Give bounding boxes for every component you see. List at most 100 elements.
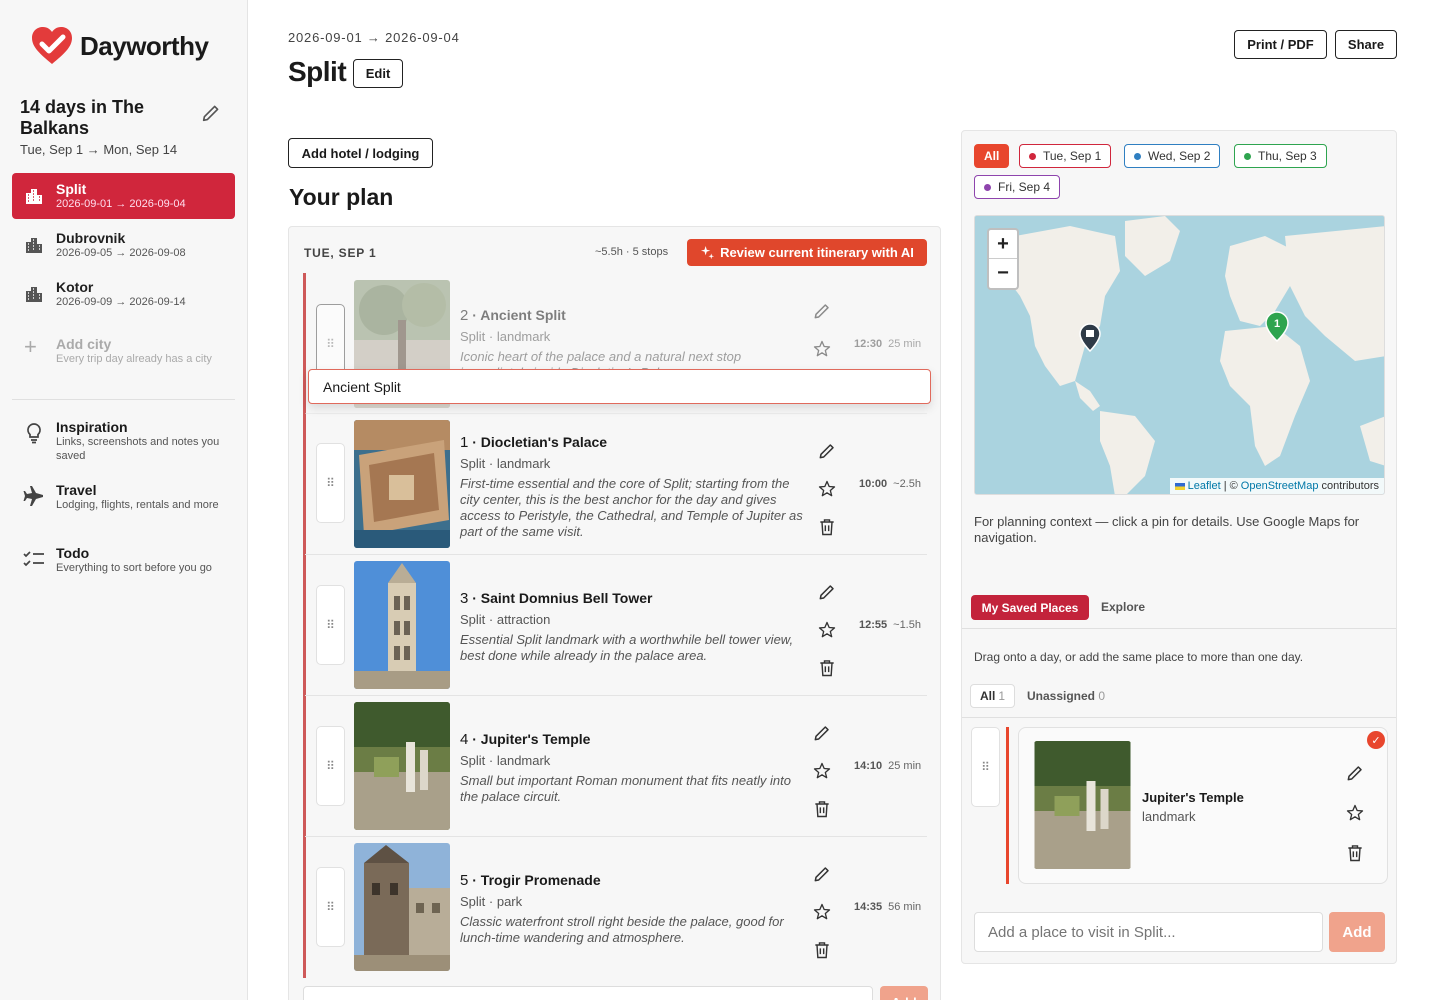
sidebar-city-split[interactable]: Split 2026-09-01 → 2026-09-04 — [12, 173, 235, 219]
trash-icon[interactable] — [817, 658, 837, 678]
app-logo[interactable]: Dayworthy — [30, 26, 209, 66]
stop-info: 3 · Saint Domnius Bell Tower Split · att… — [460, 590, 805, 664]
stop-category: Split · park — [460, 894, 523, 909]
trip-title: 14 days in The Balkans — [20, 97, 145, 138]
nav-name: Todo — [56, 545, 90, 561]
drag-handle[interactable]: ⠿ — [971, 727, 1000, 807]
filter-all[interactable]: All 1 — [970, 684, 1016, 708]
day-filter-chip[interactable]: Wed, Sep 2 — [1124, 144, 1221, 168]
tab-explore[interactable]: Explore — [1101, 600, 1145, 614]
day-color-dot — [1134, 152, 1141, 160]
zoom-out-button[interactable]: − — [989, 259, 1017, 288]
nav-sub: Links, screenshots and notes you saved — [56, 436, 220, 462]
nav-name: Inspiration — [56, 419, 128, 435]
drag-handle[interactable]: ⠿ — [316, 867, 345, 947]
add-city-button[interactable]: + Add city Every trip day already has a … — [24, 336, 224, 366]
stop-title[interactable]: 2 · Ancient Split — [460, 307, 805, 324]
day-filter-all[interactable]: All — [974, 144, 1010, 168]
sparkle-icon — [701, 245, 715, 260]
sidebar-item-travel[interactable]: Travel Lodging, flights, rentals and mor… — [22, 482, 222, 512]
drag-handle[interactable]: ⠿ — [316, 585, 345, 665]
stop-title[interactable]: 4 · Jupiter's Temple — [460, 731, 805, 748]
add-city-hint: Every trip day already has a city — [56, 353, 212, 365]
filter-unassigned[interactable]: Unassigned 0 — [1027, 689, 1105, 703]
drag-handle[interactable]: ⠿ — [316, 726, 345, 806]
edit-pencil-icon[interactable] — [817, 441, 837, 461]
drag-handle[interactable]: ⠿ — [316, 443, 345, 523]
star-icon[interactable] — [812, 761, 832, 781]
add-stop-button[interactable]: Add — [880, 986, 928, 1000]
leaflet-link[interactable]: Leaflet — [1188, 480, 1221, 492]
world-map[interactable]: 1 + − Leaflet | © OpenStreetMap contribu… — [974, 215, 1385, 495]
edit-pencil-icon[interactable] — [1345, 763, 1365, 783]
saved-place-card[interactable]: Jupiter's Temple landmark ✓ — [1018, 727, 1388, 884]
stop-title[interactable]: 5 · Trogir Promenade — [460, 872, 805, 889]
sidebar-item-inspiration[interactable]: Inspiration Links, screenshots and notes… — [22, 419, 222, 463]
add-stop-input[interactable] — [303, 986, 873, 1000]
saved-place-actions — [1345, 763, 1365, 863]
edit-pencil-icon[interactable] — [812, 301, 832, 321]
stop-title[interactable]: 1 · Diocletian's Palace — [460, 434, 805, 451]
sidebar: Dayworthy 14 days in The Balkans Tue, Se… — [0, 0, 248, 1000]
star-icon[interactable] — [812, 902, 832, 922]
stop-row[interactable]: ⠿ 1 · Diocletian's Palace Split · landma… — [305, 414, 927, 555]
saved-place-color-line — [1006, 727, 1009, 884]
plus-icon: + — [24, 334, 37, 359]
edit-trip-pencil-icon[interactable] — [200, 102, 222, 124]
share-button[interactable]: Share — [1335, 30, 1397, 59]
day-label: TUE, SEP 1 — [304, 246, 377, 260]
star-icon[interactable] — [1345, 803, 1365, 823]
edit-pencil-icon[interactable] — [812, 864, 832, 884]
zoom-in-button[interactable]: + — [989, 230, 1017, 259]
sidebar-item-todo[interactable]: Todo Everything to sort before you go — [22, 545, 222, 575]
day-summary: ~5.5h · 5 stops — [595, 246, 669, 258]
edit-city-button[interactable]: Edit — [353, 59, 403, 88]
tab-my-saved-places[interactable]: My Saved Places — [971, 595, 1089, 620]
osm-link[interactable]: OpenStreetMap — [1241, 480, 1319, 492]
day-color-dot — [1244, 152, 1251, 160]
trip-dates: Tue, Sep 1 → Mon, Sep 14 — [20, 142, 178, 157]
day-filter-chip[interactable]: Thu, Sep 3 — [1234, 144, 1327, 168]
trash-icon[interactable] — [817, 517, 837, 537]
edit-pencil-icon[interactable] — [817, 582, 837, 602]
stop-thumbnail — [354, 843, 450, 971]
ai-button-label: Review current itinerary with AI — [720, 245, 914, 260]
stop-description: Small but important Roman monument that … — [460, 773, 791, 804]
trash-icon[interactable] — [1345, 843, 1365, 863]
add-place-input[interactable] — [974, 912, 1323, 952]
edit-pencil-icon[interactable] — [812, 723, 832, 743]
day-color-dot — [1029, 152, 1036, 160]
assigned-check-icon: ✓ — [1367, 731, 1385, 749]
add-hotel-button[interactable]: Add hotel / lodging — [288, 138, 433, 168]
stop-info: 4 · Jupiter's Temple Split · landmark Sm… — [460, 731, 805, 805]
stop-thumbnail — [354, 420, 450, 548]
nav-sub: Everything to sort before you go — [56, 562, 212, 574]
sidebar-city-dubrovnik[interactable]: Dubrovnik 2026-09-05 → 2026-09-08 — [12, 222, 235, 268]
sidebar-city-kotor[interactable]: Kotor 2026-09-09 → 2026-09-14 — [12, 271, 235, 317]
stop-actions — [816, 441, 838, 537]
saved-place-category: landmark — [1142, 809, 1196, 824]
stop-row[interactable]: ⠿ 4 · Jupiter's Temple Split · landmark … — [305, 696, 927, 837]
trash-icon[interactable] — [812, 940, 832, 960]
stop-time: 10:00 ~2.5h — [859, 478, 921, 490]
ukraine-flag-icon — [1174, 482, 1185, 490]
city-dates: 2026-09-01 → 2026-09-04 — [56, 198, 186, 210]
day-filter-chip[interactable]: Tue, Sep 1 — [1019, 144, 1112, 168]
stop-time: 12:55 ~1.5h — [859, 619, 921, 631]
city-date-range: 2026-09-01 → 2026-09-04 — [288, 30, 460, 45]
star-icon[interactable] — [812, 339, 832, 359]
add-place-button[interactable]: Add — [1329, 912, 1385, 952]
checklist-icon — [23, 551, 44, 567]
print-pdf-button[interactable]: Print / PDF — [1234, 30, 1327, 59]
review-itinerary-ai-button[interactable]: Review current itinerary with AI — [687, 239, 927, 266]
saved-places-hint: Drag onto a day, or add the same place t… — [974, 650, 1304, 664]
trash-icon[interactable] — [812, 799, 832, 819]
sidebar-divider — [12, 399, 235, 400]
stop-description: Essential Split landmark with a worthwhi… — [460, 632, 794, 663]
star-icon[interactable] — [817, 620, 837, 640]
stop-title[interactable]: 3 · Saint Domnius Bell Tower — [460, 590, 805, 607]
star-icon[interactable] — [817, 479, 837, 499]
stop-row[interactable]: ⠿ 3 · Saint Domnius Bell Tower Split · a… — [305, 555, 927, 696]
day-filter-chip[interactable]: Fri, Sep 4 — [974, 175, 1061, 199]
stop-row[interactable]: ⠿ 5 · Trogir Promenade Split · park Clas… — [305, 837, 927, 978]
